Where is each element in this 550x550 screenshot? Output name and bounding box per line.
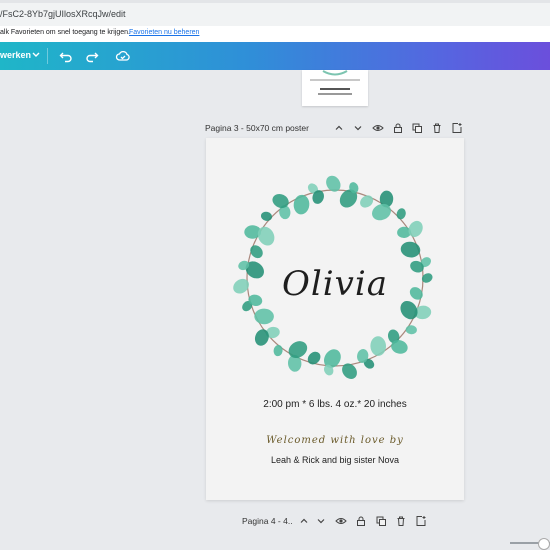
- url-text[interactable]: /FsC2-8Yb7gjUIlosXRcqJw/edit: [0, 9, 126, 19]
- edit-menu-label[interactable]: werken: [0, 50, 31, 60]
- eucalyptus-leaf: [323, 349, 341, 368]
- family-names[interactable]: Leah & Rick and big sister Nova: [206, 455, 464, 465]
- chevron-down-icon[interactable]: [31, 49, 41, 61]
- eucalyptus-leaf: [400, 241, 421, 258]
- duplicate-icon[interactable]: [375, 515, 387, 527]
- lock-icon[interactable]: [392, 122, 404, 134]
- chevron-up-icon[interactable]: [298, 515, 310, 527]
- redo-icon[interactable]: [84, 48, 100, 64]
- lock-icon[interactable]: [355, 515, 367, 527]
- eucalyptus-leaf: [254, 308, 274, 325]
- add-page-icon[interactable]: [451, 122, 463, 134]
- poster-page-3[interactable]: Olivia 2:00 pm * 6 lbs. 4 oz.* 20 inches…: [206, 138, 464, 500]
- chevron-down-icon[interactable]: [315, 515, 327, 527]
- thumbnail-text-line: [320, 88, 350, 90]
- eucalyptus-leaf: [250, 245, 263, 259]
- eucalyptus-leaf: [260, 211, 273, 221]
- eye-icon[interactable]: [335, 515, 347, 527]
- thumbnail-text-line: [310, 79, 360, 81]
- favorites-bar: alk Favorieten om snel toegang te krijge…: [0, 26, 550, 43]
- favorites-message: alk Favorieten om snel toegang te krijge…: [0, 29, 130, 36]
- welcome-text[interactable]: Welcomed with love by: [206, 435, 464, 446]
- zoom-slider[interactable]: [510, 538, 550, 550]
- toolbar-divider: [47, 48, 48, 64]
- eucalyptus-leaf: [293, 194, 310, 215]
- duplicate-icon[interactable]: [411, 122, 423, 134]
- trash-icon[interactable]: [431, 122, 443, 134]
- editor-toolbar: werken: [0, 42, 550, 70]
- eye-icon[interactable]: [372, 122, 384, 134]
- page-3-header: Pagina 3 - 50x70 cm poster: [205, 122, 465, 136]
- thumbnail-text-line: [318, 93, 352, 95]
- chevron-down-icon[interactable]: [352, 122, 364, 134]
- add-page-icon[interactable]: [415, 515, 427, 527]
- baby-name[interactable]: Olivia: [206, 264, 464, 304]
- eucalyptus-leaf: [326, 175, 341, 192]
- previous-page-preview[interactable]: [302, 70, 368, 106]
- zoom-handle[interactable]: [538, 538, 550, 550]
- birth-details[interactable]: 2:00 pm * 6 lbs. 4 oz.* 20 inches: [206, 399, 464, 410]
- undo-icon[interactable]: [58, 48, 74, 64]
- eucalyptus-leaf: [405, 325, 417, 335]
- trash-icon[interactable]: [395, 515, 407, 527]
- page-4-title[interactable]: Pagina 4 - 4..: [242, 516, 293, 526]
- cloud-check-icon[interactable]: [115, 48, 131, 64]
- eucalyptus-leaf: [396, 208, 406, 220]
- eucalyptus-leaf: [273, 345, 283, 357]
- page-4-header: Pagina 4 - 4..: [242, 515, 442, 529]
- manage-favorites-link[interactable]: Favorieten nu beheren: [129, 29, 199, 36]
- tab-strip: [0, 0, 550, 3]
- chevron-up-icon[interactable]: [333, 122, 345, 134]
- browser-address-bar[interactable]: /FsC2-8Yb7gjUIlosXRcqJw/edit: [0, 0, 550, 27]
- page-3-title[interactable]: Pagina 3 - 50x70 cm poster: [205, 123, 309, 133]
- wreath-thumbnail-icon: [322, 70, 348, 76]
- eucalyptus-leaf: [370, 336, 387, 356]
